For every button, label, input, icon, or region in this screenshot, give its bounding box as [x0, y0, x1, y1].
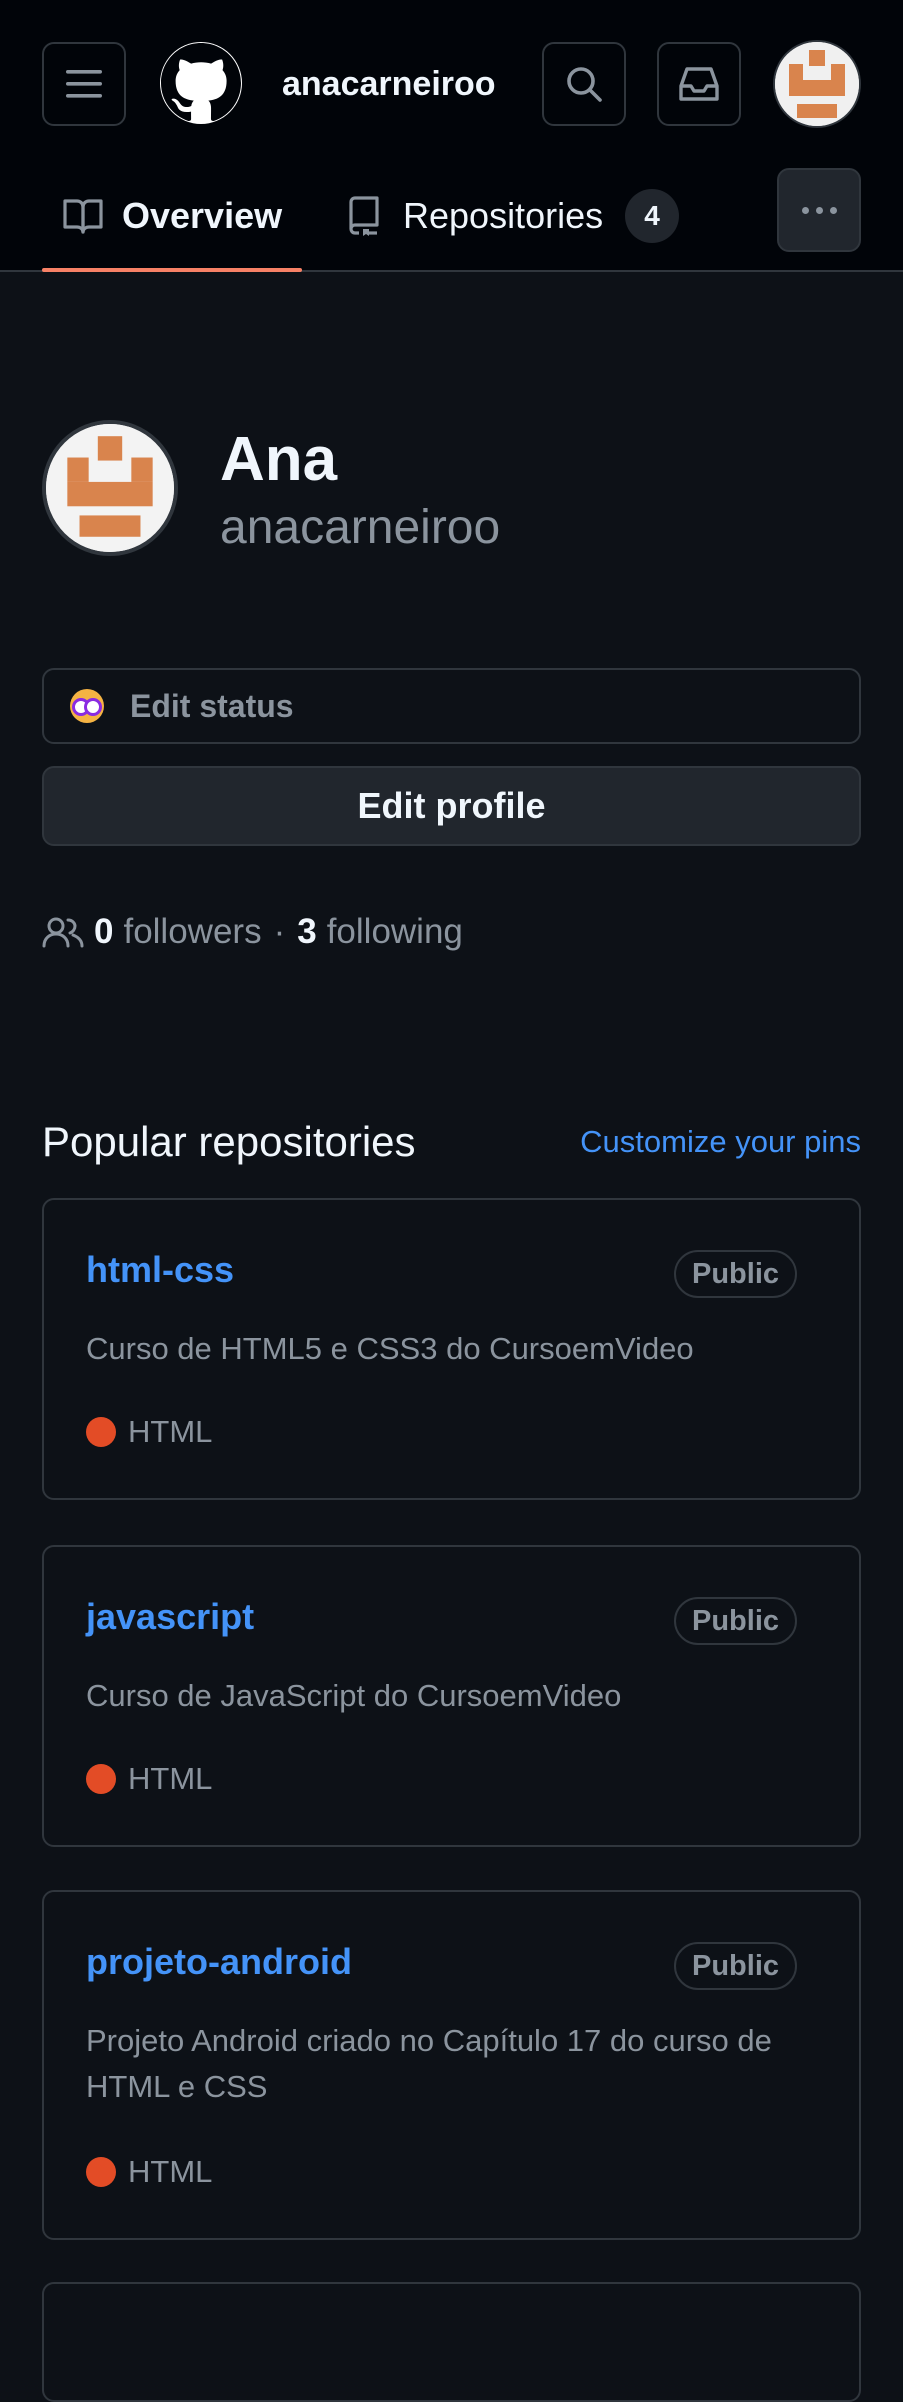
- profile-avatar[interactable]: [42, 420, 178, 556]
- repo-description: Curso de JavaScript do CursoemVideo: [86, 1678, 622, 1713]
- profile-login: anacarneiroo: [220, 501, 501, 554]
- repositories-count-badge: 4: [625, 189, 680, 243]
- popular-repos-title: Popular repositories: [42, 1118, 416, 1165]
- language-color-dot: [86, 2157, 116, 2187]
- edit-status-label: Edit status: [130, 687, 294, 724]
- repo-name-link[interactable]: html-css: [86, 1248, 234, 1292]
- repo-language: HTML: [86, 2154, 212, 2190]
- user-avatar[interactable]: [773, 40, 861, 128]
- followers-link[interactable]: 0 followers: [94, 908, 262, 956]
- repo-name-link[interactable]: projeto-android: [86, 1940, 352, 1984]
- repo-language-label: HTML: [128, 2154, 213, 2189]
- repo-description: Projeto Android criado no Capítulo 17 do…: [86, 2023, 772, 2104]
- more-tabs-button[interactable]: [777, 168, 861, 252]
- customize-pins-link[interactable]: Customize your pins: [580, 1124, 861, 1160]
- people-icon: [42, 917, 84, 948]
- follow-stats: 0 followers · 3 following: [42, 908, 463, 956]
- following-label: following: [326, 912, 463, 951]
- search-icon: [567, 67, 602, 102]
- profile-name: Ana: [220, 425, 338, 494]
- following-count: 3: [297, 912, 317, 951]
- repo-card: projeto-android Public Projeto Android c…: [42, 1890, 861, 2240]
- visibility-badge: Public: [673, 1250, 797, 1298]
- repo-card: javascript Public Curso de JavaScript do…: [42, 1545, 861, 1847]
- language-color-dot: [86, 1764, 116, 1794]
- repo-name-link[interactable]: javascript: [86, 1595, 254, 1639]
- repo-language-label: HTML: [128, 1414, 213, 1449]
- search-button[interactable]: [542, 42, 626, 126]
- following-link[interactable]: 3 following: [297, 908, 463, 956]
- github-logo-icon: [161, 43, 241, 122]
- tab-overview[interactable]: Overview: [42, 162, 302, 272]
- status-emoji-icon: [70, 689, 104, 723]
- edit-profile-button[interactable]: Edit profile: [42, 766, 861, 846]
- hamburger-menu-icon: [66, 70, 102, 98]
- language-color-dot: [86, 1417, 116, 1447]
- repo-description: Curso de HTML5 e CSS3 do CursoemVideo: [86, 1331, 694, 1366]
- github-logo[interactable]: [160, 42, 242, 124]
- profile-tabs: Overview Repositories 4: [0, 162, 903, 272]
- identicon-avatar: [775, 42, 859, 126]
- tab-repositories[interactable]: Repositories 4: [345, 162, 680, 270]
- visibility-badge: Public: [673, 1597, 797, 1645]
- ellipsis-icon: [801, 206, 809, 214]
- tab-repositories-label: Repositories: [403, 195, 604, 236]
- repo-icon: [349, 196, 379, 236]
- followers-count: 0: [94, 912, 114, 951]
- repo-card: [42, 2282, 861, 2402]
- repo-language: HTML: [86, 1761, 212, 1797]
- profile-section: Ana anacarneiroo Edit status Edit profil…: [0, 272, 903, 1172]
- header-username[interactable]: anacarneiroo: [282, 62, 502, 106]
- inbox-button[interactable]: [657, 42, 741, 126]
- tab-overview-label: Overview: [122, 195, 283, 236]
- repo-card: html-css Public Curso de HTML5 e CSS3 do…: [42, 1198, 861, 1500]
- popular-repos-header: Popular repositories Customize your pins: [42, 1118, 861, 1166]
- repo-language-label: HTML: [128, 1761, 213, 1796]
- book-icon: [63, 199, 103, 234]
- app-header: anacarneiroo: [0, 0, 903, 162]
- edit-status-button[interactable]: Edit status: [42, 668, 861, 744]
- visibility-badge: Public: [673, 1942, 797, 1990]
- menu-button[interactable]: [42, 42, 126, 126]
- followers-label: followers: [123, 912, 262, 951]
- identicon-avatar: [46, 424, 174, 552]
- repo-language: HTML: [86, 1414, 212, 1450]
- follow-separator: ·: [273, 912, 286, 951]
- inbox-icon: [679, 67, 719, 101]
